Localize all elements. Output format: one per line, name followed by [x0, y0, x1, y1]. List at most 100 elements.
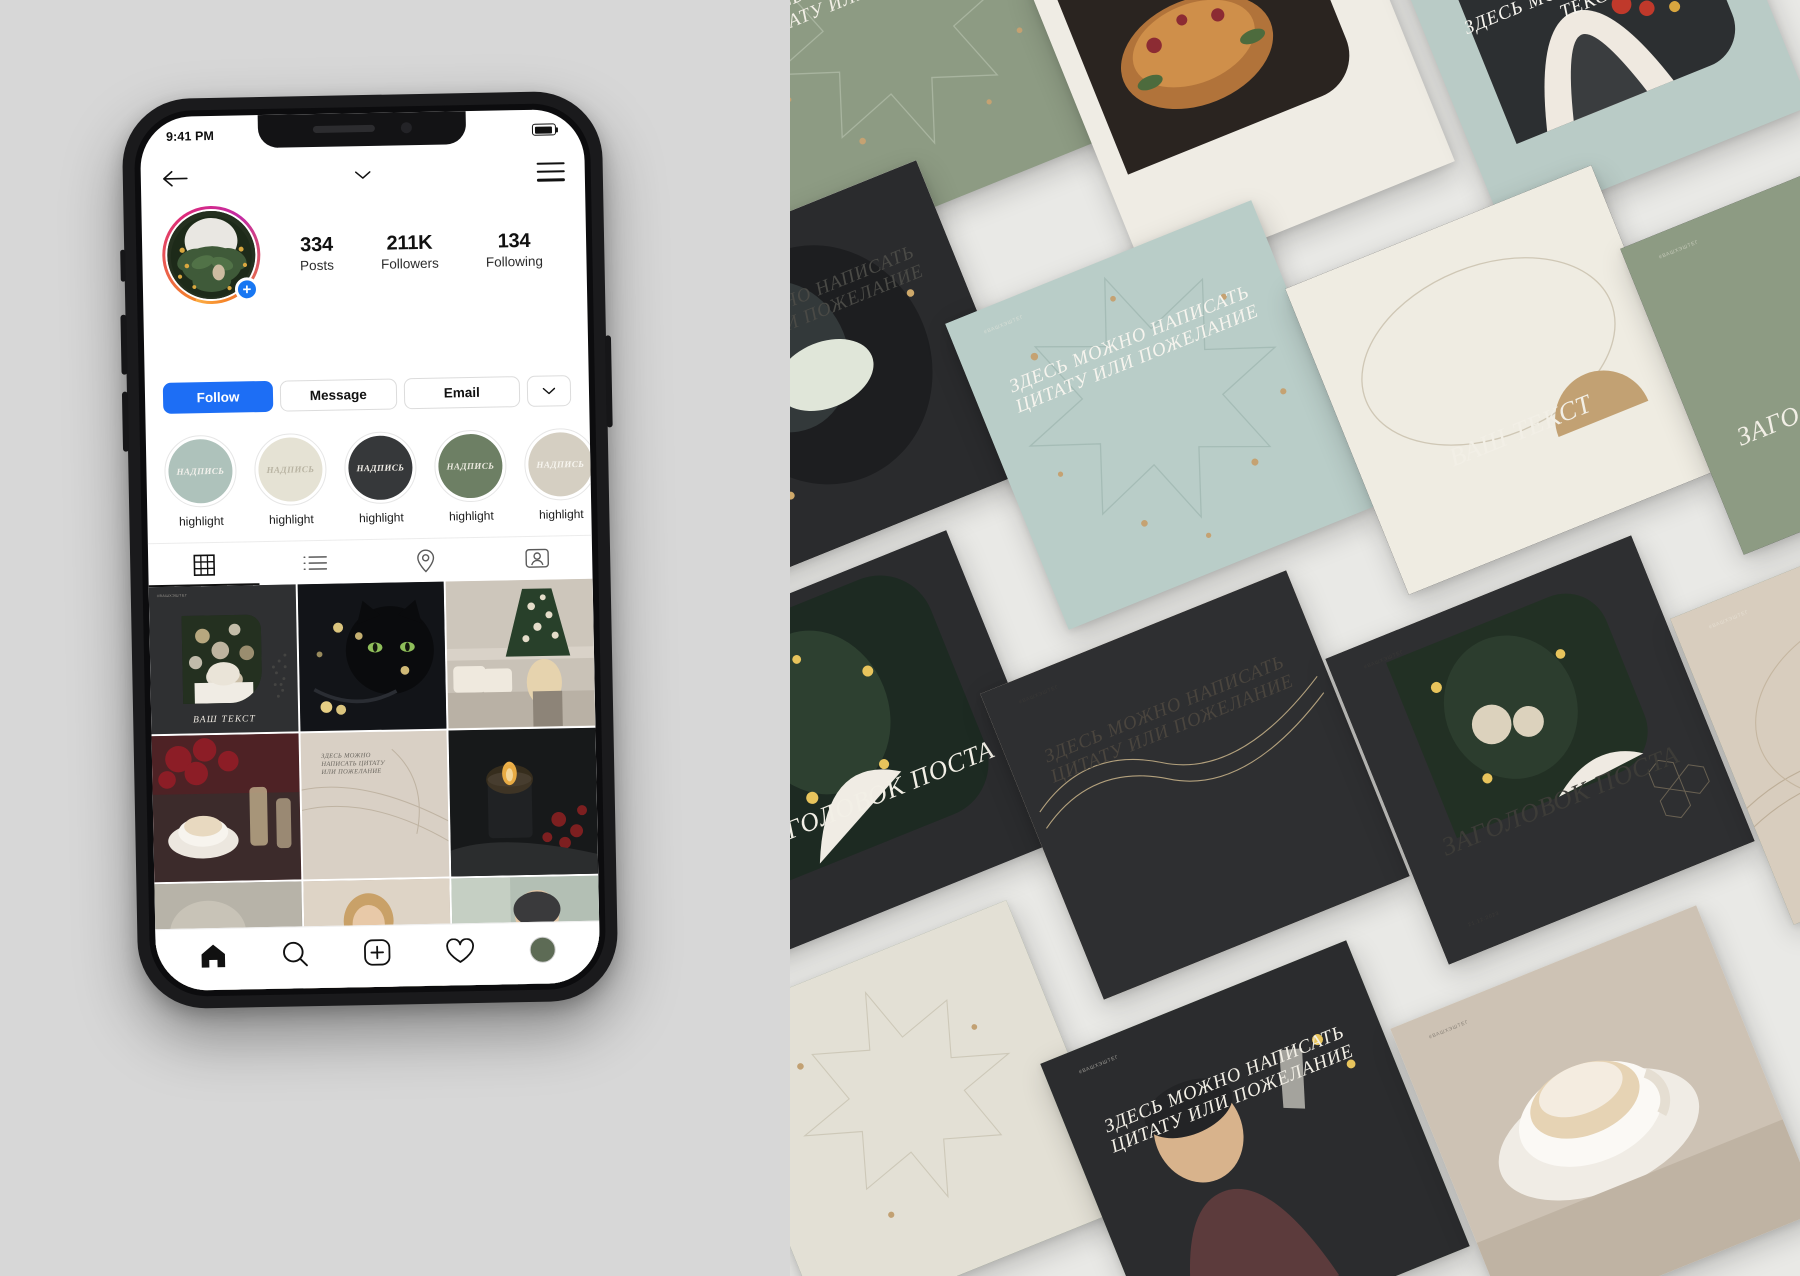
post-image	[445, 578, 596, 729]
tagged-tab[interactable]	[481, 536, 593, 581]
email-button[interactable]: Email	[403, 376, 521, 410]
profile-tab[interactable]	[529, 936, 557, 963]
highlight-cover-text: НАДПИСЬ	[257, 436, 324, 503]
card-artwork	[945, 200, 1375, 630]
message-button[interactable]: Message	[279, 378, 397, 412]
followers-count: 211K	[386, 231, 433, 255]
create-tab[interactable]	[363, 939, 391, 967]
chevron-down-icon	[542, 387, 556, 395]
menu-button[interactable]	[536, 161, 565, 182]
highlight-cover: НАДПИСЬ	[253, 432, 328, 507]
template-card: #ВАШХЭШТЕГЗДЕСЬ МОЖНО НАПИСАТЬ ЦИТАТУ ИЛ…	[980, 570, 1410, 1000]
post-thumbnail[interactable]: #ВАШХЭШТЕГ ВАШ ТЕКСТ	[148, 584, 299, 734]
battery-icon	[531, 123, 557, 136]
template-card: #ВАШХЭШТЕГ ЗАГОЛОВОК ПОСТА 21.12.2023	[1325, 535, 1755, 965]
card-artwork	[1325, 535, 1755, 965]
power-button[interactable]	[604, 335, 613, 428]
avatar[interactable]: +	[161, 205, 262, 305]
chevron-down-icon	[354, 171, 371, 179]
post-thumbnail[interactable]: ЗДЕСЬ МОЖНО НАПИСАТЬ ЦИТАТУ ИЛИ ПОЖЕЛАНИ…	[300, 730, 450, 880]
highlight-label: highlight	[448, 508, 494, 524]
highlight-cover-text: НАДПИСЬ	[527, 431, 592, 497]
post-image	[448, 727, 599, 877]
highlight-item-0[interactable]: НАДПИСЬ highlight	[163, 434, 238, 529]
stat-posts[interactable]: 334 Posts	[299, 233, 334, 273]
search-icon	[282, 941, 308, 967]
device-notch	[257, 111, 467, 149]
highlight-label: highlight	[358, 510, 404, 526]
stat-following[interactable]: 134 Following	[485, 229, 543, 269]
template-card: #ВАШХЭШТЕГЗДЕСЬ МОЖНО НАПИСАТЬ ЦИТАТУ ИЛ…	[945, 200, 1375, 630]
highlight-cover: НАДПИСЬ	[163, 434, 238, 508]
highlight-item-3[interactable]: НАДПИСЬ highlight	[433, 429, 508, 524]
post-thumbnail[interactable]	[151, 733, 301, 883]
highlight-label: highlight	[538, 506, 584, 522]
follow-button[interactable]: Follow	[162, 380, 274, 414]
back-button[interactable]	[161, 168, 189, 189]
profile-summary: + 334 Posts 211K Followers 134 Following	[141, 193, 587, 306]
volume-up-button[interactable]	[120, 314, 128, 375]
more-options-button[interactable]	[526, 375, 572, 407]
silent-switch[interactable]	[120, 249, 126, 282]
highlight-item-1[interactable]: НАДПИСЬ highlight	[253, 432, 328, 527]
highlight-cover-text: НАДПИСЬ	[347, 435, 414, 501]
highlight-cover: НАДПИСЬ	[433, 429, 508, 503]
post-thumbnail[interactable]	[448, 727, 599, 877]
iphone-device: 9:41 PM + 334 Posts 211K Followers 134 F…	[120, 90, 619, 1010]
location-tab[interactable]	[370, 538, 482, 583]
highlight-cover-text: НАДПИСЬ	[167, 438, 234, 504]
avatar-icon	[529, 936, 557, 963]
post-image	[297, 581, 447, 732]
post-caption: ЗДЕСЬ МОЖНО НАПИСАТЬ ЦИТАТУ ИЛИ ПОЖЕЛАНИ…	[321, 752, 385, 777]
grid-tab[interactable]	[148, 542, 260, 587]
plus-square-icon	[364, 939, 391, 966]
stat-followers[interactable]: 211K Followers	[380, 231, 439, 271]
heart-icon	[446, 937, 475, 963]
followers-label: Followers	[380, 255, 439, 272]
volume-down-button[interactable]	[121, 391, 130, 452]
phone-bezel: 9:41 PM + 334 Posts 211K Followers 134 F…	[133, 102, 607, 998]
post-thumbnail[interactable]	[297, 581, 447, 732]
highlight-item-2[interactable]: НАДПИСЬ highlight	[343, 431, 418, 526]
profile-stats: 334 Posts 211K Followers 134 Following	[270, 229, 567, 274]
post-image	[151, 733, 301, 883]
earpiece-speaker	[312, 124, 375, 133]
screenshot-root: 9:41 PM + 334 Posts 211K Followers 134 F…	[0, 0, 1800, 1276]
post-hashtag: #ВАШХЭШТЕГ	[156, 593, 188, 599]
activity-tab[interactable]	[446, 937, 475, 965]
account-switch-button[interactable]	[354, 169, 372, 181]
phone-mockup-panel: 9:41 PM + 334 Posts 211K Followers 134 F…	[0, 0, 790, 1276]
following-count: 134	[497, 229, 531, 252]
front-camera-icon	[400, 121, 412, 133]
highlight-label: highlight	[268, 512, 314, 527]
location-pin-icon	[417, 549, 435, 573]
bottom-navigation	[155, 920, 601, 992]
list-icon	[302, 555, 327, 570]
post-thumbnail[interactable]	[445, 578, 596, 729]
list-tab[interactable]	[259, 540, 371, 585]
highlight-label: highlight	[178, 513, 224, 529]
posts-label: Posts	[299, 257, 334, 273]
card-artwork	[1285, 165, 1715, 595]
highlight-cover: НАДПИСЬ	[343, 431, 418, 505]
story-highlights[interactable]: НАДПИСЬ highlight НАДПИСЬ highlight НАДПИСЬ h…	[145, 406, 592, 536]
highlight-cover: НАДПИСЬ	[523, 427, 592, 502]
highlight-cover-text: НАДПИСЬ	[437, 433, 504, 499]
post-image	[148, 584, 299, 734]
following-label: Following	[485, 253, 544, 270]
phone-screen: 9:41 PM + 334 Posts 211K Followers 134 F…	[139, 108, 601, 992]
grid-icon	[192, 553, 215, 576]
status-time: 9:41 PM	[165, 128, 215, 144]
social-template-collage: #ВАШХЭШТЕГЗДЕСЬ МОЖНО НАПИСАТЬ ЦИТАТУ ИЛ…	[790, 0, 1800, 1276]
tagged-person-icon	[524, 548, 549, 568]
template-card: #ВАШХЭШТЕГ ВАШ ТЕКСТ	[1285, 165, 1715, 595]
back-arrow-icon	[163, 170, 188, 187]
home-tab[interactable]	[199, 942, 226, 969]
posts-count: 334	[299, 233, 334, 256]
search-tab[interactable]	[281, 940, 309, 968]
hamburger-menu-icon	[536, 161, 565, 182]
home-icon	[201, 944, 225, 968]
highlight-item-4[interactable]: НАДПИСЬ highlight	[523, 427, 592, 522]
status-indicators	[531, 123, 559, 136]
card-artwork	[980, 570, 1410, 1000]
